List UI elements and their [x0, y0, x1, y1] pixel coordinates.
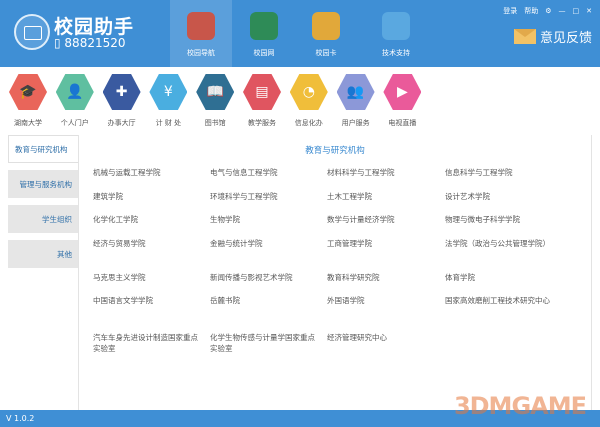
phone-number: ▯ 88821520	[54, 36, 126, 50]
help-link[interactable]: 帮助	[524, 6, 538, 16]
quick-link-icon: 👤	[55, 74, 94, 110]
quick-link[interactable]: ▶ 电视直播	[380, 74, 424, 128]
quick-link[interactable]: 👤 个人门户	[53, 74, 97, 128]
nav-tab[interactable]: 校园网	[233, 0, 295, 67]
institution-link[interactable]: 马克思主义学院	[93, 272, 203, 283]
institution-link[interactable]: 化学生物传感与计量学国家重点实验室	[210, 332, 320, 354]
version-label: V 1.0.2	[6, 414, 35, 423]
institution-link[interactable]: 金融与统计学院	[210, 238, 320, 249]
institution-link[interactable]: 土木工程学院	[327, 191, 437, 202]
nav-label: 校园卡	[315, 49, 337, 57]
institution-link[interactable]: 汽车车身先进设计制造国家重点实验室	[93, 332, 203, 354]
quick-link-icon: 👥	[336, 74, 375, 110]
quick-link-label: 个人门户	[60, 119, 89, 127]
nav-icon	[312, 12, 340, 40]
category-tab[interactable]: 教育与研究机构	[8, 135, 78, 163]
institution-link[interactable]: 中国语言文学学院	[93, 295, 203, 306]
quick-link[interactable]: ✚ 办事大厅	[100, 74, 144, 128]
institution-link[interactable]: 设计艺术学院	[445, 191, 555, 202]
institution-link[interactable]: 岳麓书院	[210, 295, 320, 306]
quick-link-label: 湖南大学	[14, 119, 42, 127]
institution-link[interactable]: 材料科学与工程学院	[327, 167, 437, 178]
close-button[interactable]: ✕	[586, 7, 592, 15]
institution-link[interactable]: 教育科学研究院	[327, 272, 437, 283]
category-tab[interactable]: 其他	[8, 240, 78, 268]
institution-link[interactable]: 数学与计量经济学院	[327, 214, 437, 225]
quick-link-label: 信息化办	[294, 119, 323, 127]
quick-link[interactable]: ¥ 计 财 处	[146, 74, 190, 128]
quick-link-icon: 📖	[196, 74, 235, 110]
minimize-button[interactable]: —	[559, 7, 566, 15]
institution-link[interactable]: 经济管理研究中心	[327, 332, 437, 343]
quick-link[interactable]: ◔ 信息化办	[287, 74, 331, 128]
quick-link-icon: 🎓	[9, 74, 47, 110]
gear-icon[interactable]: ⚙	[545, 7, 551, 15]
quick-link-label: 用户服务	[341, 119, 370, 127]
institution-link[interactable]: 环境科学与工程学院	[210, 191, 320, 202]
institution-link[interactable]: 体育学院	[445, 272, 555, 283]
university-logo-icon	[14, 14, 50, 50]
institution-link[interactable]: 经济与贸易学院	[93, 238, 203, 249]
watermark: 3DMGAME	[453, 392, 587, 420]
nav-tab[interactable]: 校园卡	[295, 0, 357, 67]
category-tab[interactable]: 管理与服务机构	[8, 170, 78, 198]
quick-link-label: 教学服务	[248, 119, 276, 127]
category-tab[interactable]: 学生组织	[8, 205, 78, 233]
institution-link[interactable]: 法学院（政治与公共管理学院）	[445, 238, 555, 249]
nav-label: 校园网	[253, 49, 275, 57]
quick-link-icon: ¥	[149, 74, 188, 110]
nav-tab[interactable]: 技术支持	[365, 0, 427, 67]
title-bar: 校园助手 ▯ 88821520 校园导航 校园网 校园卡 技术支持 登录 帮助 ⚙ —…	[0, 0, 600, 67]
quick-link[interactable]: 📖 图书馆	[193, 74, 237, 128]
login-link[interactable]: 登录	[503, 6, 517, 16]
maximize-button[interactable]: □	[573, 7, 580, 15]
institution-link[interactable]: 工商管理学院	[327, 238, 437, 249]
envelope-icon	[513, 29, 536, 44]
panel-title: 教育与研究机构	[305, 146, 365, 156]
app-title: 校园助手	[54, 16, 135, 38]
feedback-label: 意见反馈	[539, 31, 592, 46]
institution-link[interactable]: 机械与运载工程学院	[93, 167, 203, 178]
nav-label: 校园导航	[187, 49, 215, 57]
institution-link[interactable]: 物理与微电子科学学院	[445, 214, 555, 225]
content-panel: 教育与研究机构 机械与运载工程学院 电气与信息工程学院 材料科学与工程学院 信息科学与…	[78, 135, 592, 411]
nav-tab[interactable]: 校园导航	[170, 0, 232, 67]
institution-link[interactable]: 外国语学院	[327, 295, 437, 306]
institution-link[interactable]: 信息科学与工程学院	[445, 167, 555, 178]
nav-label: 技术支持	[382, 49, 410, 57]
quick-link-label: 计 财 处	[155, 119, 182, 127]
institution-link[interactable]: 国家高效磨削工程技术研究中心	[445, 295, 555, 306]
institution-link[interactable]: 生物学院	[210, 214, 320, 225]
quick-link[interactable]: 👥 用户服务	[334, 74, 378, 128]
institution-link[interactable]: 新闻传播与影视艺术学院	[210, 272, 320, 283]
quick-link-label: 图书馆	[204, 119, 226, 127]
quick-link-label: 办事大厅	[107, 119, 136, 127]
phone-text: 88821520	[64, 36, 126, 50]
nav-icon	[382, 12, 410, 40]
institution-link[interactable]: 电气与信息工程学院	[210, 167, 320, 178]
quick-link[interactable]: ▤ 教学服务	[240, 74, 284, 128]
quick-link-icon: ▶	[383, 74, 422, 110]
quick-link-icon: ◔	[289, 74, 328, 110]
feedback-button[interactable]: 意见反馈	[513, 27, 592, 46]
quick-link-label: 电视直播	[388, 119, 417, 127]
institution-link[interactable]: 化学化工学院	[93, 214, 203, 225]
institution-link[interactable]: 建筑学院	[93, 191, 203, 202]
quick-link-icon: ▤	[243, 74, 281, 110]
nav-icon	[187, 12, 215, 40]
quick-link[interactable]: 🎓 湖南大学	[6, 74, 50, 128]
quick-link-icon: ✚	[102, 74, 141, 110]
nav-icon	[250, 12, 278, 40]
